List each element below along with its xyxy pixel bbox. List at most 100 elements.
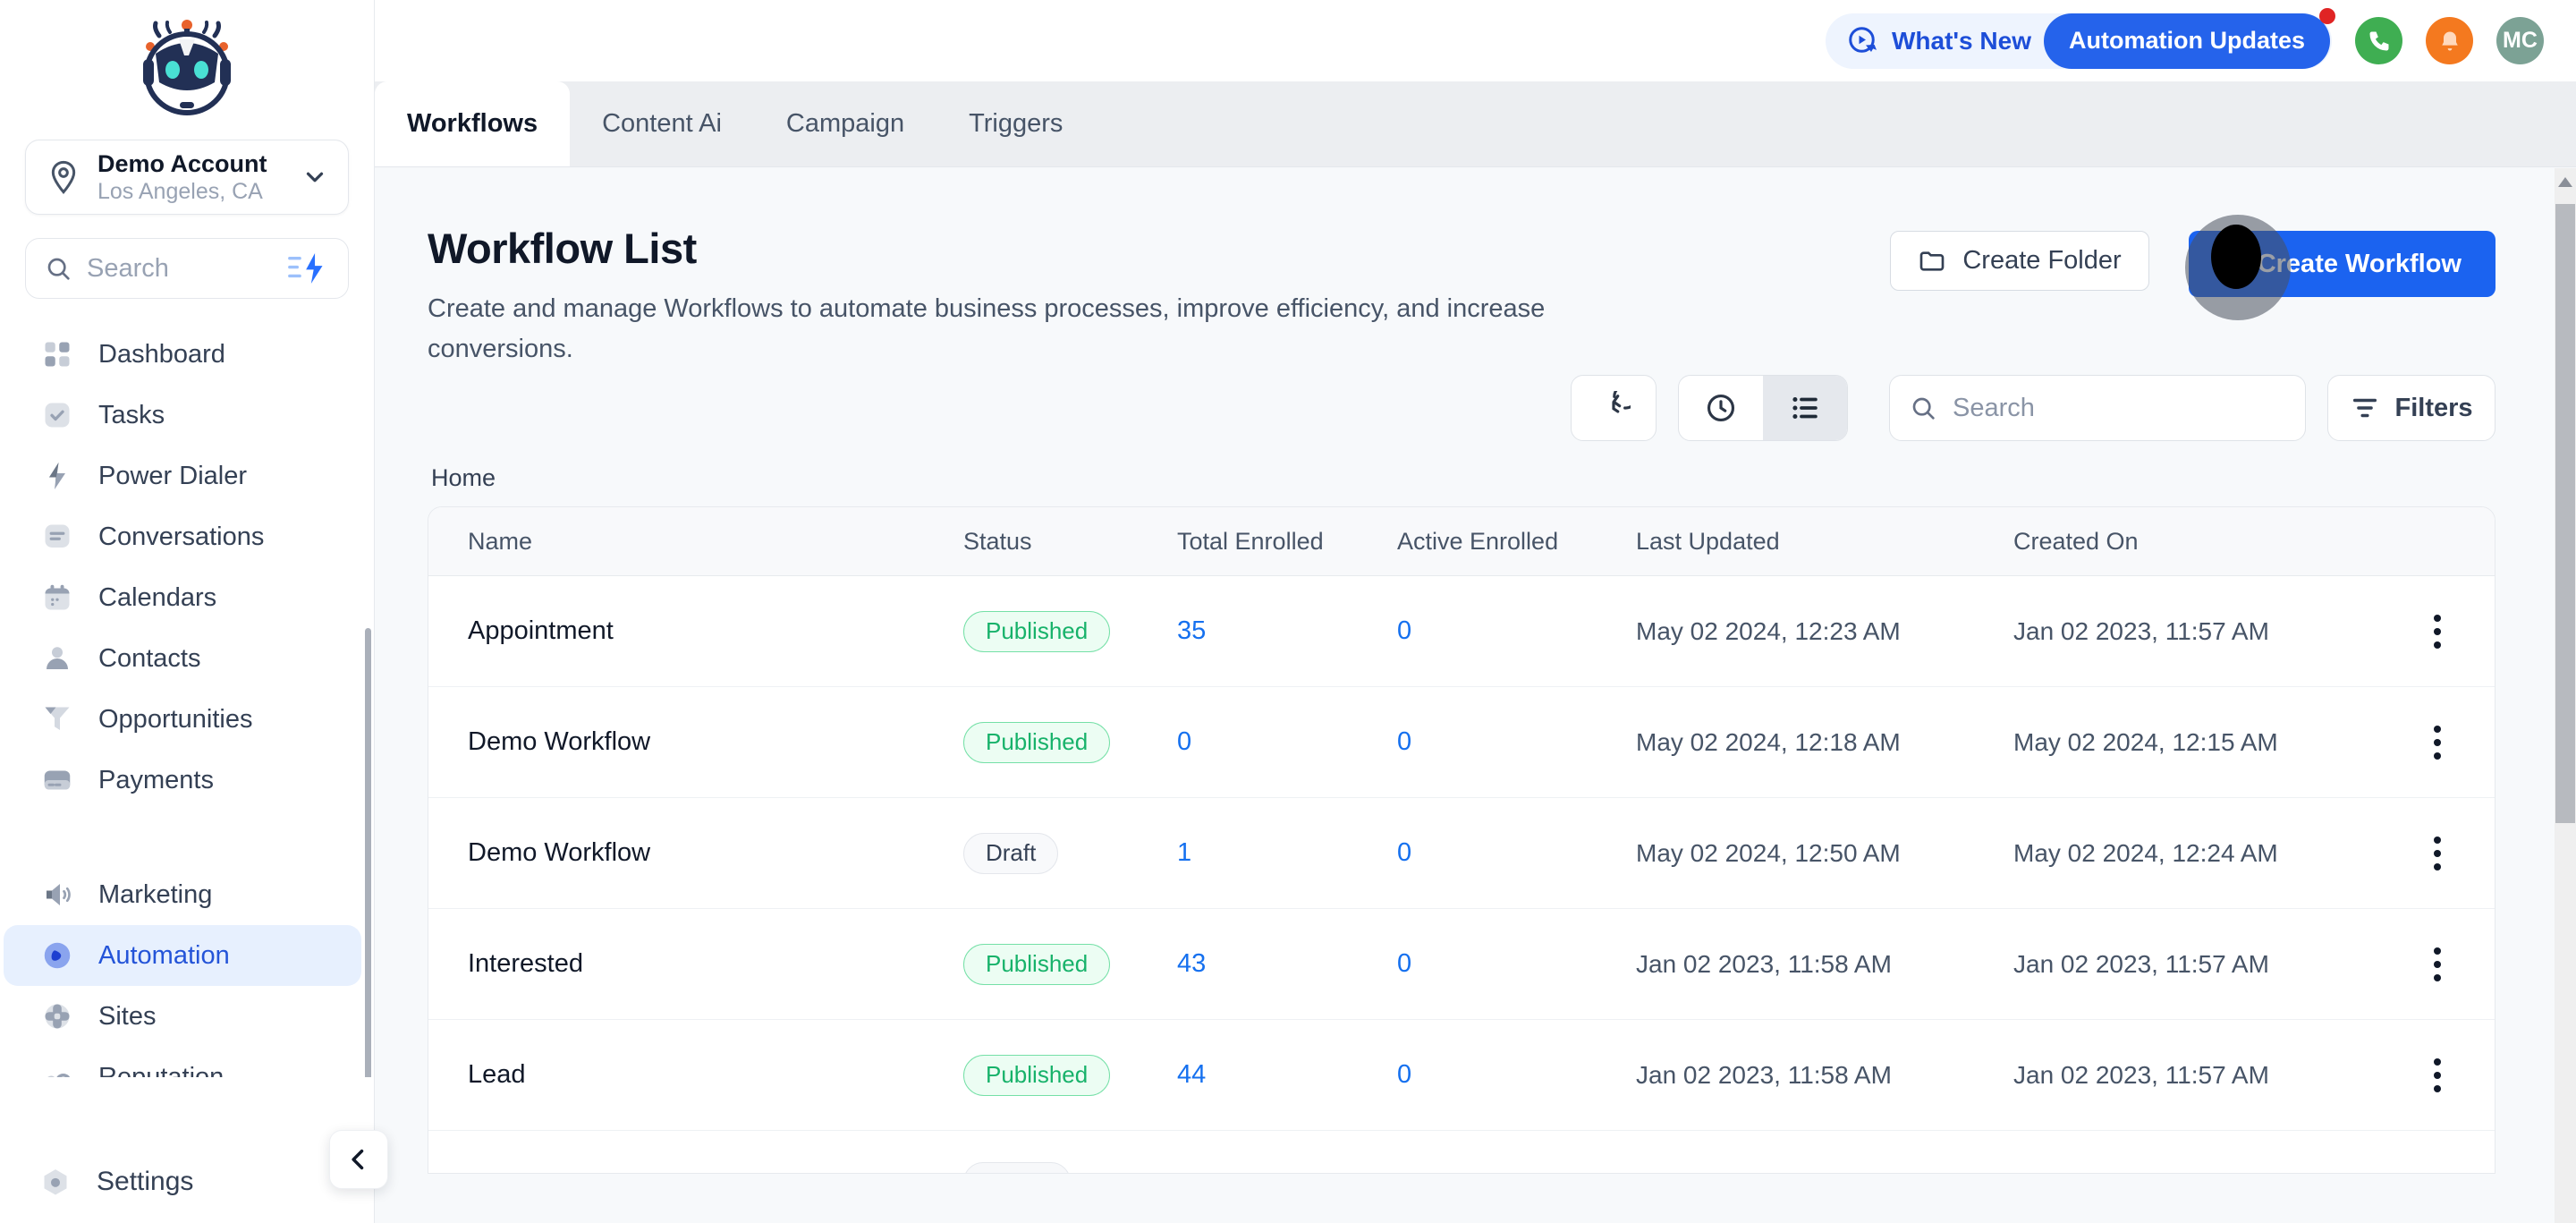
status-badge: Published xyxy=(963,944,1110,985)
create-folder-label: Create Folder xyxy=(1962,246,2121,276)
workflow-name[interactable]: Demo Workflow xyxy=(428,727,963,757)
sidebar-item-label: Settings xyxy=(97,1167,193,1197)
reputation-icon xyxy=(41,1061,73,1077)
row-menu-button[interactable] xyxy=(2418,716,2457,769)
quick-actions-bolt-icon[interactable] xyxy=(287,251,330,286)
sidebar-item-payments[interactable]: Payments xyxy=(0,750,374,811)
active-enrolled-link[interactable]: 0 xyxy=(1397,1060,1411,1090)
table-row[interactable]: Demo Workflow Draft 1 0 May 02 2024, 12:… xyxy=(428,798,2495,909)
cursor-overlay xyxy=(2211,225,2261,289)
sidebar-item-reputation[interactable]: Reputation xyxy=(0,1047,374,1077)
sidebar-item-opportunities[interactable]: Opportunities xyxy=(0,689,374,750)
sidebar-item-settings[interactable]: Settings xyxy=(0,1164,374,1200)
workflow-name[interactable]: Interested xyxy=(428,949,963,979)
sidebar-item-power-dialer[interactable]: Power Dialer xyxy=(0,446,374,506)
sidebar-item-automation[interactable]: Automation xyxy=(4,925,361,986)
sidebar-item-marketing[interactable]: Marketing xyxy=(0,864,374,925)
status-badge: Published xyxy=(963,611,1110,652)
row-menu-button[interactable] xyxy=(2418,1049,2457,1102)
tab-content-ai[interactable]: Content Ai xyxy=(570,81,754,166)
row-menu-button[interactable] xyxy=(2418,827,2457,880)
tab-campaign[interactable]: Campaign xyxy=(754,81,936,166)
row-menu-button[interactable] xyxy=(2418,605,2457,658)
clock-icon xyxy=(1704,391,1738,425)
tab-workflows[interactable]: Workflows xyxy=(375,81,570,166)
settings-gear-icon xyxy=(38,1164,73,1200)
tab-triggers[interactable]: Triggers xyxy=(936,81,1095,166)
sidebar-item-label: Dashboard xyxy=(98,340,225,369)
notifications-button[interactable] xyxy=(2426,17,2473,64)
opportunities-icon xyxy=(41,703,73,735)
sidebar-item-label: Conversations xyxy=(98,522,264,552)
sidebar-item-contacts[interactable]: Contacts xyxy=(0,628,374,689)
view-toggle xyxy=(1678,375,1848,441)
workflow-table: Name Status Total Enrolled Active Enroll… xyxy=(428,506,2496,1174)
account-switcher[interactable]: Demo Account Los Angeles, CA xyxy=(25,140,349,215)
search-icon xyxy=(44,254,72,283)
active-enrolled-link[interactable]: 0 xyxy=(1397,727,1411,757)
scrollbar-thumb[interactable] xyxy=(2555,204,2575,823)
history-button[interactable] xyxy=(1571,375,1657,441)
app-logo xyxy=(0,0,374,134)
column-header-status: Status xyxy=(963,528,1177,556)
last-updated: Jan 02 2023, 11:58 AM xyxy=(1636,950,2013,979)
total-enrolled-link[interactable]: 1 xyxy=(1177,838,1191,868)
sidebar-scrollbar-thumb[interactable] xyxy=(365,628,371,1077)
workflow-search xyxy=(1889,375,2306,441)
active-enrolled-link[interactable]: 0 xyxy=(1397,949,1411,979)
active-enrolled-link[interactable]: 0 xyxy=(1397,838,1411,868)
sidebar-item-calendars[interactable]: Calendars xyxy=(0,567,374,628)
filters-button[interactable]: Filters xyxy=(2327,375,2496,441)
sites-icon xyxy=(41,1000,73,1032)
created-on: Jan 02 2023, 11:57 AM xyxy=(2013,950,2418,979)
active-enrolled-link[interactable]: 0 xyxy=(1397,616,1411,646)
table-header-row: Name Status Total Enrolled Active Enroll… xyxy=(428,507,2495,576)
status-badge: Published xyxy=(963,1055,1110,1096)
account-name: Demo Account xyxy=(97,149,301,178)
contacts-icon xyxy=(41,642,73,675)
sidebar-item-conversations[interactable]: Conversations xyxy=(0,506,374,567)
status-badge: Draft xyxy=(963,833,1058,874)
column-header-last-updated: Last Updated xyxy=(1636,528,2013,556)
calendars-icon xyxy=(41,582,73,614)
workflow-search-input[interactable] xyxy=(1889,375,2306,441)
total-enrolled-link[interactable]: 43 xyxy=(1177,949,1206,979)
table-row[interactable]: Demo Workflow Published 0 0 May 02 2024,… xyxy=(428,687,2495,798)
last-updated: May 02 2024, 12:18 AM xyxy=(1636,728,2013,757)
total-enrolled-link[interactable]: 35 xyxy=(1177,616,1206,646)
sidebar-collapse-button[interactable] xyxy=(329,1130,388,1189)
page-title: Workflow List xyxy=(428,224,1675,273)
created-on: May 02 2024, 12:24 AM xyxy=(2013,839,2418,868)
automation-updates-badge[interactable]: Automation Updates xyxy=(2044,13,2330,69)
workflow-name[interactable]: Appointment xyxy=(428,616,963,646)
filters-icon xyxy=(2350,393,2380,423)
view-toggle-list[interactable] xyxy=(1763,376,1847,440)
row-menu-button[interactable] xyxy=(2418,938,2457,991)
table-row[interactable]: Interested Published 43 0 Jan 02 2023, 1… xyxy=(428,909,2495,1020)
sidebar-item-tasks[interactable]: Tasks xyxy=(0,385,374,446)
breadcrumb-home[interactable]: Home xyxy=(431,464,496,492)
whats-new-group[interactable]: What's New Automation Updates xyxy=(1826,13,2332,69)
payments-icon xyxy=(41,764,73,796)
marketing-icon xyxy=(41,879,73,911)
table-row[interactable]: Appointment Published 35 0 May 02 2024, … xyxy=(428,576,2495,687)
page-subtitle: Create and manage Workflows to automate … xyxy=(428,289,1675,369)
sidebar-item-sites[interactable]: Sites xyxy=(0,986,374,1047)
total-enrolled-link[interactable]: 44 xyxy=(1177,1060,1206,1090)
total-enrolled-link[interactable]: 0 xyxy=(1177,727,1191,757)
robot-logo-icon xyxy=(132,16,242,122)
phone-button[interactable] xyxy=(2355,17,2402,64)
create-folder-button[interactable]: Create Folder xyxy=(1890,231,2148,291)
view-toggle-recent[interactable] xyxy=(1679,376,1763,440)
folder-icon xyxy=(1918,247,1946,276)
workflow-name[interactable]: Demo Workflow xyxy=(428,838,963,868)
user-avatar[interactable]: MC xyxy=(2496,17,2544,64)
workflow-name[interactable]: Lead xyxy=(428,1060,963,1090)
sidebar-item-dashboard[interactable]: Dashboard xyxy=(0,324,374,385)
scrollbar-up-arrow[interactable] xyxy=(2558,177,2572,187)
notification-dot xyxy=(2319,8,2335,24)
conversations-icon xyxy=(41,521,73,553)
account-texts: Demo Account Los Angeles, CA xyxy=(97,149,301,205)
table-row[interactable]: Lead Published 44 0 Jan 02 2023, 11:58 A… xyxy=(428,1020,2495,1131)
sidebar-search-input[interactable] xyxy=(87,254,287,284)
